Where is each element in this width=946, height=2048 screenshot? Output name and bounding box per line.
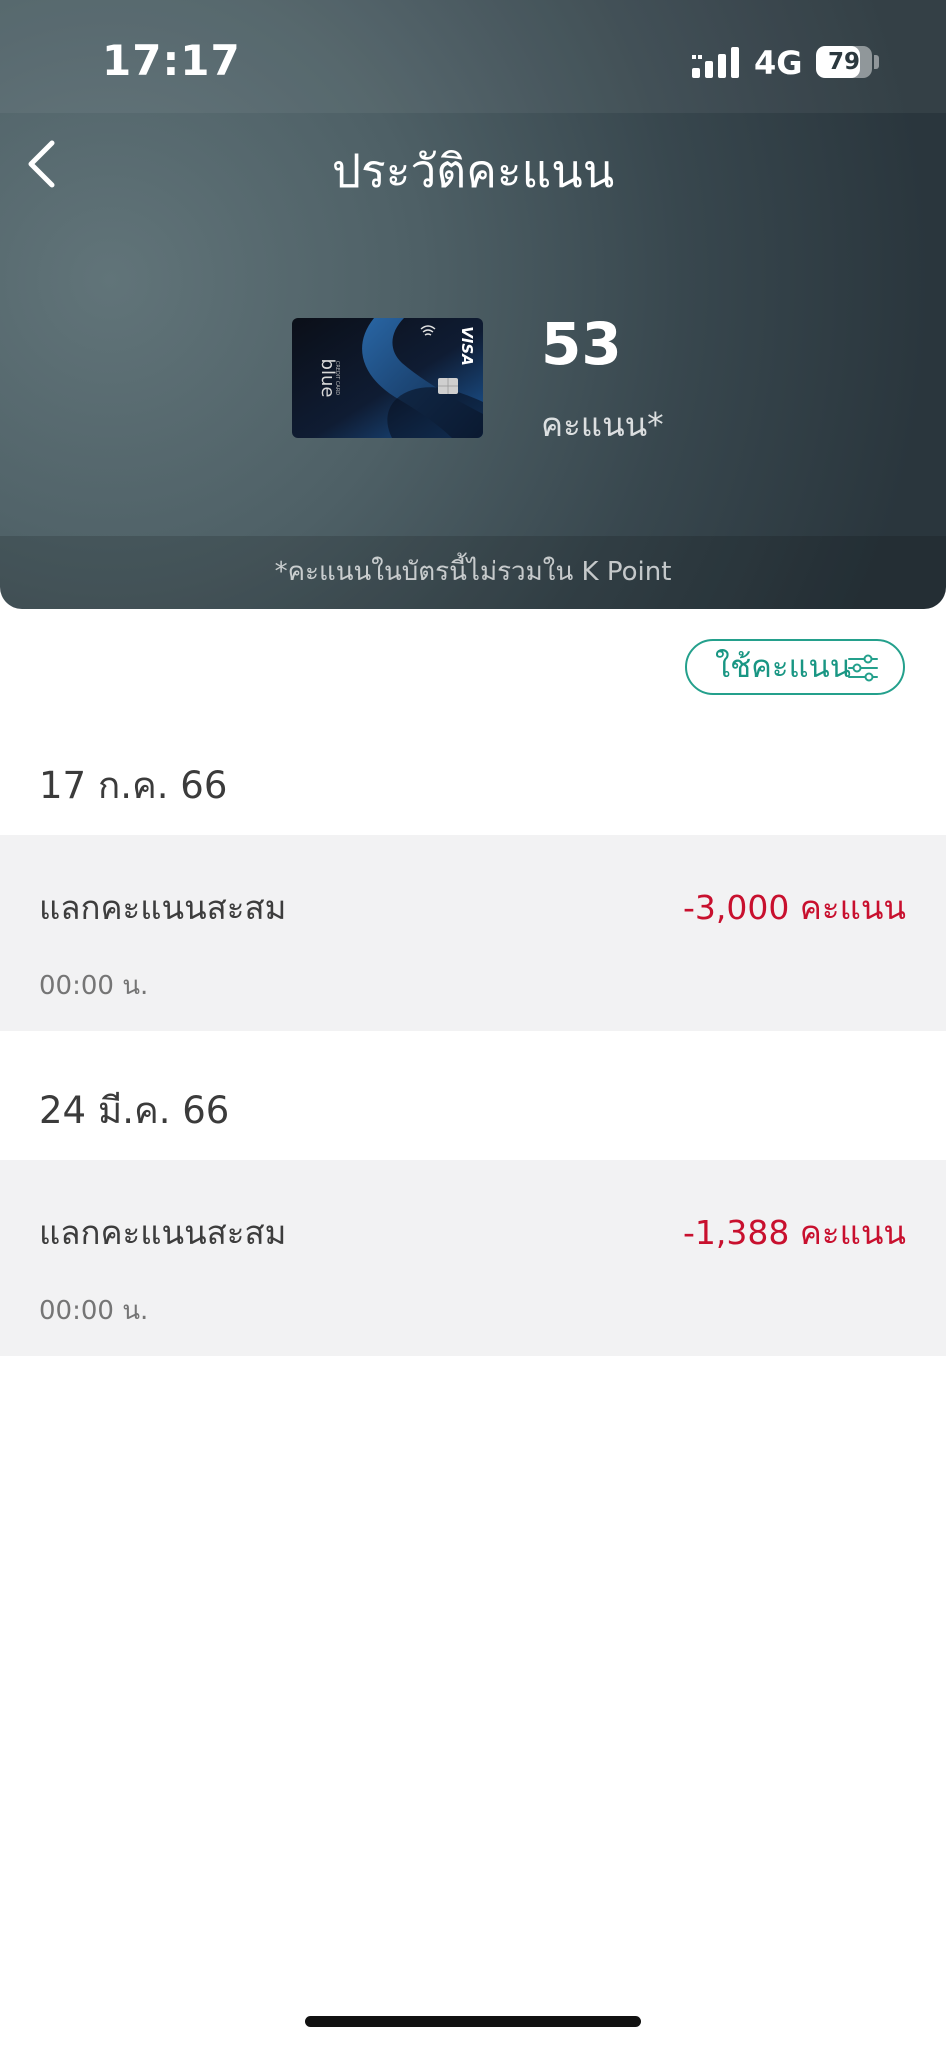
status-bar: 17:17 4G 79 [0,0,946,113]
date-header: 24 มี.ค. 66 [39,1089,230,1132]
use-points-filter-button[interactable]: ใช้คะแนน [685,639,905,695]
network-type: 4G [754,44,803,82]
points-header: 17:17 4G 79 ประวัติคะแนน blue CREDIT CAR… [0,0,946,609]
page-title: ประวัติคะแนน [331,144,615,198]
points-note-bar: *คะแนนในบัตรนี้ไม่รวมใน K Point [0,536,946,609]
transaction-amount: -1,388 คะแนน [682,1213,906,1252]
filter-sliders-icon [848,654,878,682]
credit-card-image: blue CREDIT CARD VISA [292,318,483,438]
date-header: 17 ก.ค. 66 [39,764,228,807]
use-points-filter-label: ใช้คะแนน [715,649,851,685]
battery-icon: 79 [816,46,872,78]
points-balance: 53 [541,310,622,378]
transaction-title: แลกคะแนนสะสม [39,1213,287,1252]
points-note: *คะแนนในบัตรนี้ไม่รวมใน K Point [274,557,672,587]
transaction-row[interactable]: แลกคะแนนสะสม -3,000 คะแนน 00:00 น. [0,835,946,1031]
card-type-text: CREDIT CARD [334,361,340,395]
transaction-amount: -3,000 คะแนน [682,888,906,927]
status-time: 17:17 [102,36,241,85]
signal-bars-icon [692,47,739,78]
points-unit: คะแนน* [541,405,664,444]
battery-level: 79 [827,49,860,75]
home-indicator[interactable] [305,2016,641,2027]
transaction-row[interactable]: แลกคะแนนสะสม -1,388 คะแนน 00:00 น. [0,1160,946,1356]
transaction-time: 00:00 น. [39,1296,149,1326]
transaction-title: แลกคะแนนสะสม [39,888,287,927]
transaction-time: 00:00 น. [39,971,149,1001]
card-network-text: VISA [458,326,476,366]
battery-nub [874,55,879,69]
